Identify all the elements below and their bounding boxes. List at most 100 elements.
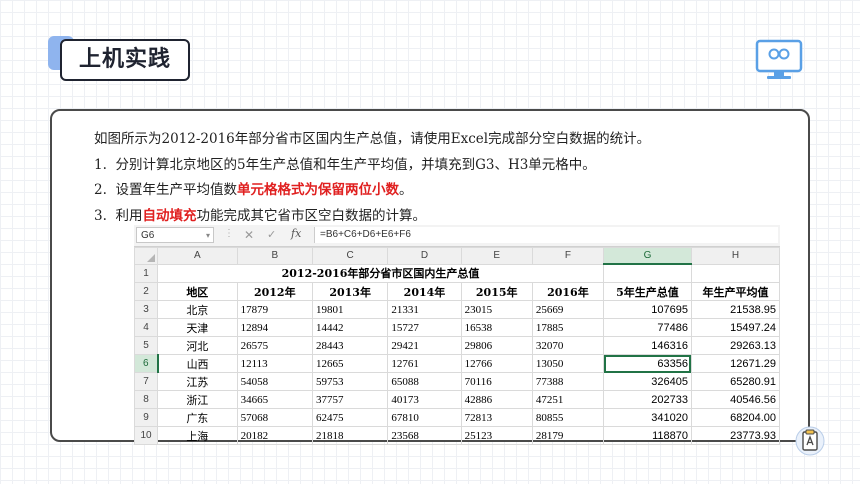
value-cell[interactable]: 72813 <box>460 408 533 427</box>
value-cell[interactable]: 62475 <box>311 408 389 427</box>
row-header[interactable]: 4 <box>133 318 159 337</box>
average-cell[interactable]: 29263.13 <box>690 336 781 355</box>
average-cell[interactable]: 68204.00 <box>690 408 781 427</box>
total-cell[interactable]: 77486 <box>603 318 692 337</box>
column-header[interactable]: H <box>690 247 781 265</box>
average-cell[interactable]: 15497.24 <box>690 318 781 337</box>
value-cell[interactable]: 80855 <box>531 408 605 427</box>
column-header[interactable]: E <box>460 247 533 265</box>
monitor-icon[interactable] <box>754 38 804 82</box>
header-cell[interactable]: 年生产平均值 <box>690 282 781 301</box>
header-cell[interactable]: 2014年 <box>387 282 462 301</box>
row-header[interactable]: 7 <box>133 372 159 391</box>
value-cell[interactable]: 29806 <box>460 336 533 355</box>
value-cell[interactable]: 40173 <box>387 390 462 409</box>
value-cell[interactable]: 28179 <box>531 426 605 445</box>
row-header[interactable]: 6 <box>133 354 159 373</box>
region-cell[interactable]: 广东 <box>157 408 238 427</box>
total-cell[interactable]: 107695 <box>603 300 692 319</box>
value-cell[interactable]: 17879 <box>236 300 313 319</box>
column-header[interactable]: D <box>387 247 462 265</box>
value-cell[interactable]: 28443 <box>311 336 389 355</box>
value-cell[interactable]: 12894 <box>236 318 313 337</box>
region-cell[interactable]: 浙江 <box>157 390 238 409</box>
value-cell[interactable]: 77388 <box>531 372 605 391</box>
select-all-corner[interactable] <box>133 247 159 265</box>
column-header[interactable]: A <box>157 247 238 265</box>
value-cell[interactable]: 54058 <box>236 372 313 391</box>
average-cell[interactable]: 21538.95 <box>690 300 781 319</box>
document-icon[interactable] <box>795 426 825 456</box>
value-cell[interactable]: 70116 <box>460 372 533 391</box>
value-cell[interactable]: 32070 <box>531 336 605 355</box>
value-cell[interactable]: 19801 <box>311 300 389 319</box>
column-header-selected[interactable]: G <box>603 247 692 265</box>
total-cell[interactable]: 202733 <box>603 390 692 409</box>
active-cell[interactable]: 63356 <box>603 354 692 373</box>
function-icon[interactable]: fx <box>291 227 301 240</box>
value-cell[interactable]: 59753 <box>311 372 389 391</box>
value-cell[interactable]: 25669 <box>531 300 605 319</box>
total-cell[interactable]: 146316 <box>603 336 692 355</box>
total-cell[interactable]: 341020 <box>603 408 692 427</box>
header-cell[interactable]: 地区 <box>157 282 238 301</box>
region-cell[interactable]: 北京 <box>157 300 238 319</box>
row-header[interactable]: 5 <box>133 336 159 355</box>
value-cell[interactable]: 34665 <box>236 390 313 409</box>
value-cell[interactable]: 37757 <box>311 390 389 409</box>
average-cell[interactable]: 12671.29 <box>690 354 781 373</box>
header-cell[interactable]: 2015年 <box>460 282 533 301</box>
name-box[interactable]: G6 ▾ <box>136 227 214 243</box>
value-cell[interactable]: 67810 <box>387 408 462 427</box>
value-cell[interactable]: 13050 <box>531 354 605 373</box>
row-header[interactable]: 1 <box>133 263 159 283</box>
formula-input[interactable]: =B6+C6+D6+E6+F6 <box>314 227 778 243</box>
value-cell[interactable]: 23015 <box>460 300 533 319</box>
average-cell[interactable]: 40546.56 <box>690 390 781 409</box>
value-cell[interactable]: 12665 <box>311 354 389 373</box>
row-header[interactable]: 10 <box>133 426 159 445</box>
cell[interactable] <box>690 263 781 283</box>
region-cell[interactable]: 河北 <box>157 336 238 355</box>
column-header[interactable]: C <box>311 247 389 265</box>
chevron-down-icon[interactable]: ▾ <box>206 228 210 244</box>
row-header[interactable]: 2 <box>133 282 159 301</box>
column-header[interactable]: F <box>531 247 605 265</box>
value-cell[interactable]: 12761 <box>387 354 462 373</box>
value-cell[interactable]: 23568 <box>387 426 462 445</box>
cancel-icon[interactable]: ✕ <box>244 228 254 242</box>
cell[interactable] <box>603 263 692 283</box>
value-cell[interactable]: 25123 <box>460 426 533 445</box>
total-cell[interactable]: 118870 <box>603 426 692 445</box>
value-cell[interactable]: 21818 <box>311 426 389 445</box>
header-cell[interactable]: 2016年 <box>531 282 605 301</box>
value-cell[interactable]: 17885 <box>531 318 605 337</box>
value-cell[interactable]: 42886 <box>460 390 533 409</box>
row-header[interactable]: 8 <box>133 390 159 409</box>
total-cell[interactable]: 326405 <box>603 372 692 391</box>
row-header[interactable]: 9 <box>133 408 159 427</box>
value-cell[interactable]: 15727 <box>387 318 462 337</box>
value-cell[interactable]: 29421 <box>387 336 462 355</box>
value-cell[interactable]: 26575 <box>236 336 313 355</box>
check-icon[interactable]: ✓ <box>267 228 276 241</box>
value-cell[interactable]: 14442 <box>311 318 389 337</box>
value-cell[interactable]: 57068 <box>236 408 313 427</box>
value-cell[interactable]: 12766 <box>460 354 533 373</box>
average-cell[interactable]: 23773.93 <box>690 426 781 445</box>
region-cell[interactable]: 上海 <box>157 426 238 445</box>
average-cell[interactable]: 65280.91 <box>690 372 781 391</box>
header-cell[interactable]: 2013年 <box>311 282 389 301</box>
region-cell[interactable]: 天津 <box>157 318 238 337</box>
value-cell[interactable]: 21331 <box>387 300 462 319</box>
column-header[interactable]: B <box>236 247 313 265</box>
value-cell[interactable]: 65088 <box>387 372 462 391</box>
value-cell[interactable]: 16538 <box>460 318 533 337</box>
region-cell[interactable]: 江苏 <box>157 372 238 391</box>
table-title[interactable]: 2012-2016年部分省市区国内生产总值 <box>157 263 604 283</box>
region-cell[interactable]: 山西 <box>157 354 238 373</box>
value-cell[interactable]: 47251 <box>531 390 605 409</box>
header-cell[interactable]: 5年生产总值 <box>603 282 692 301</box>
row-header[interactable]: 3 <box>133 300 159 319</box>
value-cell[interactable]: 12113 <box>236 354 313 373</box>
